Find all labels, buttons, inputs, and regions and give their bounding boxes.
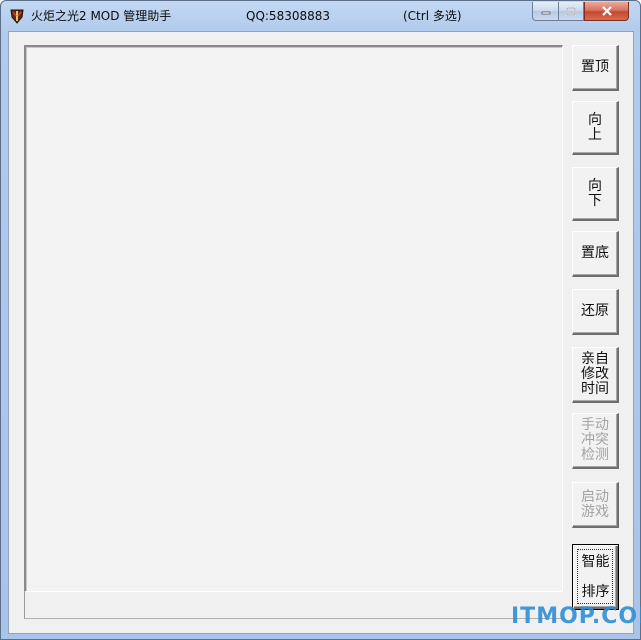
move-top-label: 置顶 — [581, 59, 609, 75]
close-icon — [601, 6, 612, 16]
modify-time-button[interactable]: 亲自 修改 时间 — [572, 347, 619, 403]
client-area: 置顶 向 上 向 下 置底 还原 亲自 修改 时间 手动 冲突 检测 启动 游戏… — [8, 31, 634, 634]
status-bar — [24, 592, 563, 619]
close-button[interactable] — [584, 2, 629, 21]
window-title: 火炬之光2 MOD 管理助手 — [31, 9, 172, 23]
maximize-icon — [566, 6, 576, 16]
launch-game-button[interactable]: 启动 游戏 — [572, 482, 619, 528]
minimize-button[interactable] — [532, 2, 559, 21]
move-down-button[interactable]: 向 下 — [572, 167, 619, 221]
focus-ring — [577, 549, 613, 604]
maximize-button[interactable] — [558, 2, 584, 21]
mod-list[interactable] — [24, 45, 563, 592]
window-title-hint: (Ctrl 多选) — [403, 9, 462, 23]
smart-sort-button[interactable]: 智能 排序 — [572, 544, 619, 610]
window-title-qq: QQ:58308883 — [246, 9, 331, 23]
watermark-logo: ITMOP.COM — [511, 604, 641, 629]
torch-shield-icon — [9, 8, 25, 24]
move-up-label: 向 上 — [588, 111, 602, 143]
conflict-check-label: 手动 冲突 检测 — [581, 417, 609, 463]
launch-game-label: 启动 游戏 — [581, 488, 609, 520]
app-window: 火炬之光2 MOD 管理助手 QQ:58308883 (Ctrl 多选) 置顶 — [0, 0, 641, 640]
move-bottom-button[interactable]: 置底 — [572, 231, 619, 277]
move-up-button[interactable]: 向 上 — [572, 101, 619, 155]
minimize-icon — [541, 11, 550, 15]
restore-button[interactable]: 还原 — [572, 289, 619, 335]
restore-label: 还原 — [581, 303, 609, 319]
conflict-check-button[interactable]: 手动 冲突 检测 — [572, 413, 619, 469]
move-bottom-label: 置底 — [581, 245, 609, 261]
move-top-button[interactable]: 置顶 — [572, 45, 619, 91]
modify-time-label: 亲自 修改 时间 — [581, 351, 609, 397]
move-down-label: 向 下 — [588, 177, 602, 209]
title-bar[interactable]: 火炬之光2 MOD 管理助手 QQ:58308883 (Ctrl 多选) — [1, 1, 640, 31]
